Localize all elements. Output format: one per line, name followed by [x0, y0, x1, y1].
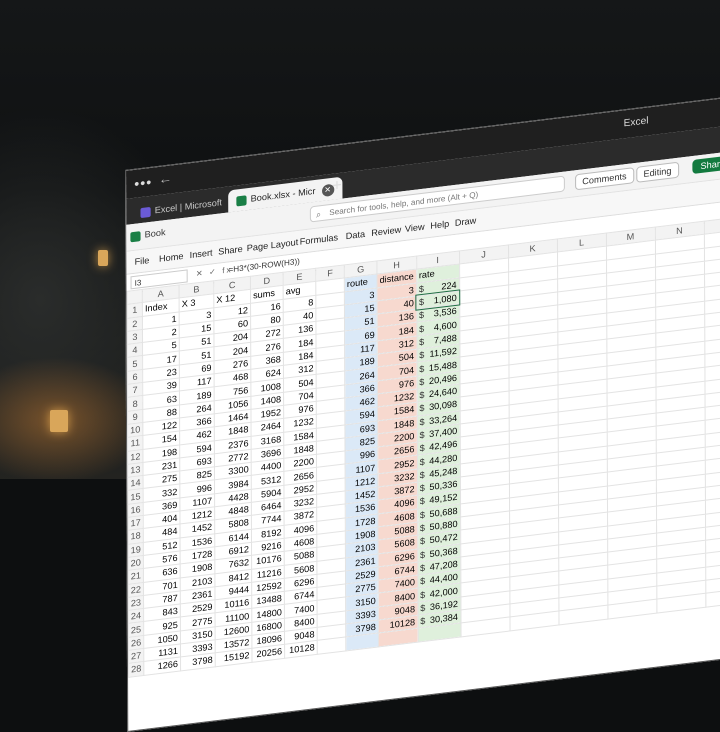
- currency-symbol: $: [419, 509, 425, 521]
- currency-symbol: $: [420, 589, 426, 600]
- currency-symbol: $: [419, 389, 425, 401]
- ribbon-tab[interactable]: Insert: [190, 247, 213, 260]
- fx-icon[interactable]: ✕ ✓ fx: [196, 265, 233, 278]
- currency-symbol: $: [419, 403, 425, 414]
- currency-symbol: $: [419, 522, 426, 534]
- currency-symbol: $: [420, 602, 426, 614]
- cell-f28[interactable]: [317, 637, 346, 654]
- background-lamp: [50, 410, 68, 432]
- share-button[interactable]: Share: [692, 155, 720, 175]
- search-icon: ⌕: [315, 209, 322, 220]
- currency-symbol: $: [419, 336, 425, 348]
- currency-symbol: $: [420, 575, 426, 587]
- comments-button[interactable]: Comments: [575, 167, 634, 191]
- row-number[interactable]: 28: [128, 661, 144, 677]
- currency-symbol: $: [418, 283, 425, 295]
- currency-symbol: $: [418, 296, 425, 308]
- ribbon-tab[interactable]: Data: [346, 229, 365, 241]
- ribbon-tab[interactable]: Draw: [455, 215, 476, 228]
- cell-e28[interactable]: 10128: [284, 640, 318, 658]
- currency-symbol: $: [420, 615, 426, 627]
- ribbon-tab[interactable]: Home: [159, 251, 184, 264]
- currency-symbol: $: [419, 349, 425, 361]
- ribbon-tab[interactable]: Help: [430, 219, 449, 231]
- cell-g28[interactable]: [345, 633, 379, 651]
- book-name[interactable]: Book: [145, 227, 166, 240]
- currency-symbol: $: [419, 549, 426, 561]
- ribbon-tab[interactable]: File: [135, 255, 150, 267]
- currency-symbol: $: [419, 416, 425, 428]
- currency-symbol: $: [419, 429, 425, 441]
- new-tab-icon[interactable]: +: [332, 177, 342, 196]
- microsoft-logo-icon: [140, 206, 151, 218]
- currency-symbol: $: [419, 496, 425, 507]
- ribbon-tab[interactable]: Share: [218, 244, 243, 257]
- ribbon-tab[interactable]: View: [405, 222, 425, 234]
- background-lamp: [98, 250, 108, 266]
- ribbon-tab[interactable]: Page Layout: [247, 237, 299, 253]
- tab-label: Book.xlsx - Micr: [250, 185, 316, 204]
- currency-symbol: $: [419, 536, 426, 547]
- excel-icon: [130, 231, 141, 243]
- ribbon-tab[interactable]: Review: [371, 224, 401, 238]
- currency-symbol: $: [419, 469, 425, 481]
- currency-symbol: $: [419, 376, 425, 388]
- currency-symbol: $: [419, 363, 425, 374]
- currency-symbol: $: [420, 562, 426, 574]
- currency-symbol: $: [419, 482, 425, 494]
- excel-icon: [236, 194, 247, 207]
- ribbon-tab[interactable]: Formulas: [300, 232, 338, 247]
- editing-button[interactable]: Editing: [636, 161, 679, 183]
- currency-symbol: $: [419, 310, 425, 321]
- cell-b28[interactable]: 3798: [180, 653, 216, 671]
- currency-symbol: $: [419, 323, 425, 334]
- currency-symbol: $: [419, 443, 425, 454]
- currency-symbol: $: [419, 456, 425, 467]
